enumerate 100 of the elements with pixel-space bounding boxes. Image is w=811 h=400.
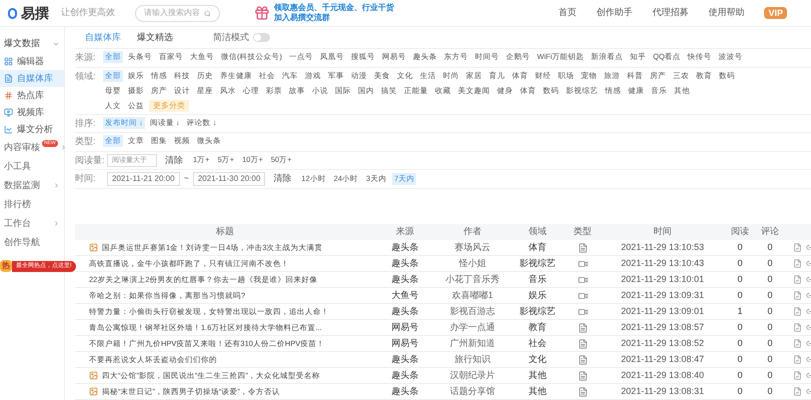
sidebar-heading[interactable]: 内容审核 — [4, 140, 40, 154]
logo-icon — [8, 8, 17, 18]
table-cell-text: 旅行知识 — [454, 352, 492, 366]
table-cell-text: 话题分享馆 — [449, 384, 496, 398]
sidebar-item[interactable]: 热点库 — [0, 87, 64, 104]
clear-link[interactable]: 清除 — [269, 172, 296, 186]
document-icon — [578, 354, 588, 364]
table-cell-text: 趣头条 — [390, 256, 420, 270]
table-cell-text: 0 — [766, 384, 774, 398]
table-cell-text: 0 — [766, 304, 774, 318]
clear-link[interactable]: 清除 — [161, 154, 187, 167]
document-icon — [578, 338, 588, 348]
menu-icon — [4, 108, 13, 117]
table-cell-text: 2021-11-29 13:10:53 — [620, 240, 705, 254]
nav-link[interactable]: 创作助手 — [596, 6, 632, 20]
document-icon[interactable] — [793, 259, 802, 268]
column-header: 类型 — [572, 225, 592, 238]
filter-label: 排序: — [75, 116, 97, 130]
document-icon[interactable] — [793, 275, 802, 284]
table-cell-text: 趣头条 — [390, 272, 420, 286]
table-cell-text: 2021-11-29 13:10:01 — [620, 272, 705, 286]
table-cell-text: 趣头条 — [390, 384, 420, 398]
column-header: 阅读 — [730, 225, 750, 238]
tab[interactable]: 自媒体库 — [85, 30, 121, 44]
document-icon[interactable] — [793, 243, 802, 252]
table-cell-text: 怪小姐 — [458, 256, 487, 270]
sidebar-heading[interactable]: 小工具 — [4, 160, 31, 174]
tab[interactable]: 爆文精选 — [137, 30, 173, 44]
sidebar-heading[interactable]: 工作台 — [4, 216, 31, 230]
sidebar-heading[interactable]: 创作导航 — [4, 236, 40, 250]
table-cell-text: 广州新知道 — [449, 336, 496, 350]
sidebar-heading[interactable]: 数据监测 — [4, 178, 40, 192]
date-field[interactable]: 2021-11-21 20:00 — [107, 172, 180, 186]
document-icon[interactable] — [793, 371, 802, 380]
document-icon — [578, 386, 588, 396]
toggle-switch[interactable] — [253, 33, 270, 42]
table-cell-text: 0 — [766, 336, 774, 350]
table-cell-text: 2021-11-29 13:09:31 — [620, 288, 705, 302]
table-cell-text: 大鱼号 — [390, 288, 420, 302]
table-cell-text: 0 — [736, 256, 744, 270]
filter-label: 领域: — [75, 70, 97, 82]
table-cell-text: 0 — [766, 320, 774, 334]
document-icon[interactable] — [793, 355, 802, 364]
document-icon[interactable] — [793, 307, 802, 316]
document-icon[interactable] — [793, 291, 802, 300]
range-separator: ~ — [184, 172, 189, 186]
table-cell-text: 其他 — [528, 384, 548, 398]
gift-icon — [254, 5, 270, 21]
document-icon — [578, 370, 588, 380]
table-cell-text: 办学一点通 — [449, 320, 496, 334]
table-cell-text: 教育 — [528, 320, 548, 334]
nav-link[interactable]: 代理招募 — [652, 6, 688, 20]
table-cell-text: 0 — [736, 352, 744, 366]
chevron-icon — [60, 144, 67, 151]
sidebar-heading[interactable]: 排行榜 — [4, 198, 31, 212]
document-icon[interactable] — [793, 387, 802, 396]
table-cell-text: 0 — [736, 320, 744, 334]
table-cell-text: 0 — [766, 272, 774, 286]
table-cell-text: 趣头条 — [390, 368, 420, 382]
document-icon[interactable] — [793, 339, 802, 348]
table-cell-text: 2021-11-29 13:09:01 — [620, 304, 705, 318]
slogan: 让创作更高效 — [61, 6, 115, 20]
table-cell-text: 趣头条 — [390, 352, 420, 366]
filter-label: 来源: — [75, 51, 97, 64]
table-cell-text: 影视百游志 — [449, 304, 496, 318]
table-cell-text: 影视综艺 — [518, 256, 556, 270]
table-cell-text: 0 — [736, 384, 744, 398]
promo-text[interactable]: 加入易撰交流群 — [274, 13, 394, 23]
table-cell-text: 娱乐 — [528, 288, 548, 302]
table-cell-text: 网易号 — [390, 336, 420, 350]
table-cell-text: 0 — [766, 352, 774, 366]
nav-link[interactable]: 首页 — [558, 6, 576, 20]
chevron-icon — [53, 182, 60, 189]
filter-label: 时间: — [75, 172, 97, 186]
document-icon[interactable] — [793, 323, 802, 332]
nav-link[interactable]: 使用帮助 — [708, 6, 744, 20]
table-cell-text: 体育 — [528, 240, 548, 254]
table-cell-text: 2021-11-29 13:10:43 — [620, 256, 705, 270]
date-field[interactable]: 2021-11-30 20:00 — [192, 172, 266, 186]
table-cell-text: 小花丁音乐秀 — [444, 272, 500, 286]
table-cell-text: 音乐 — [528, 272, 548, 286]
table-cell-text: 文化 — [528, 352, 548, 366]
column-header: 作者 — [462, 225, 482, 238]
filter-label: 阅读量: — [75, 154, 103, 166]
document-icon — [578, 242, 588, 252]
table-cell-text: 0 — [766, 368, 774, 382]
menu-icon — [4, 125, 13, 134]
sidebar-item[interactable]: 编辑器 — [0, 53, 64, 70]
search-field[interactable]: 请输入搜索内容 — [135, 4, 220, 22]
table-cell-text: 影视综艺 — [518, 304, 556, 318]
table-cell-text: 0 — [736, 272, 744, 286]
menu-icon — [4, 74, 13, 83]
menu-icon — [4, 57, 13, 66]
sidebar-item[interactable]: 视频库 — [0, 104, 64, 121]
sidebar-heading[interactable]: 爆文数据 — [4, 37, 40, 51]
search-icon[interactable] — [204, 8, 211, 18]
sidebar-item[interactable]: 爆文分析 — [0, 121, 64, 138]
table-cell-text: 汉朝纪录片 — [449, 368, 496, 382]
column-header: 标题 — [215, 225, 235, 238]
promo-text[interactable]: 领取惠会员、千元现金、行业干货 — [274, 3, 394, 13]
